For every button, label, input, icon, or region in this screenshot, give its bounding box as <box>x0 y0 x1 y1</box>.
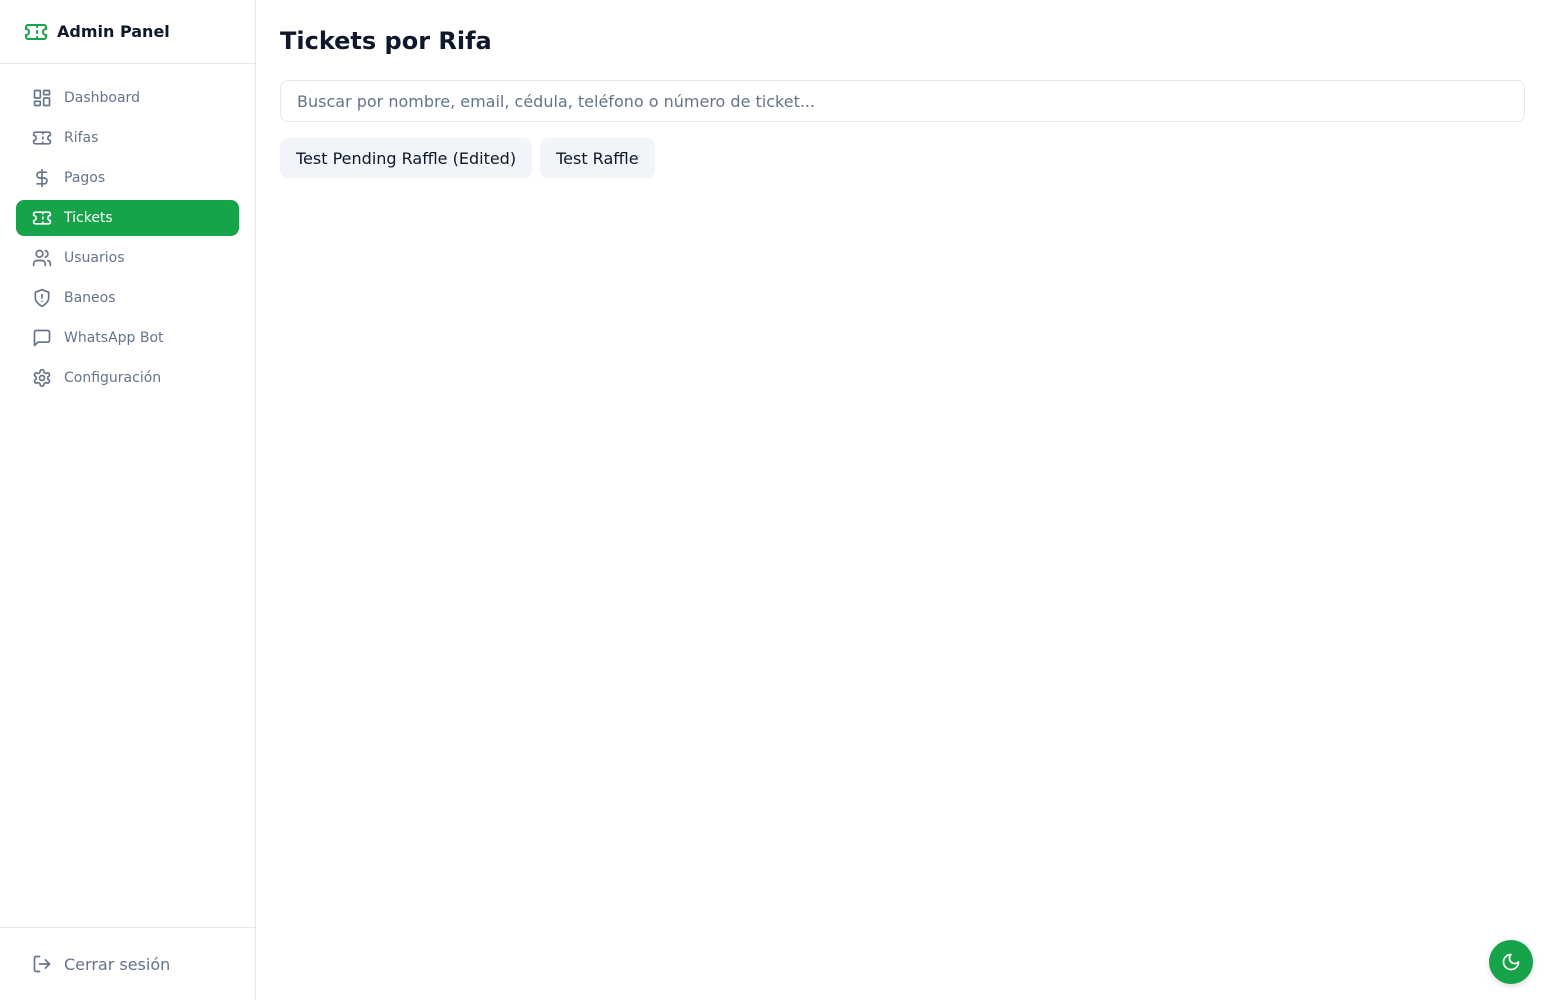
gear-icon <box>33 368 51 388</box>
search-input[interactable] <box>280 80 1525 122</box>
brand-header: Admin Panel <box>0 0 255 64</box>
sidebar-item-label: Rifas <box>64 130 99 146</box>
sidebar-item-label: Configuración <box>64 370 162 386</box>
raffle-chip-test-raffle[interactable]: Test Raffle <box>540 138 655 178</box>
shield-icon <box>34 288 50 308</box>
sidebar-nav: Dashboard Rifas Pagos Tickets Usuarios B… <box>0 64 255 927</box>
raffle-chip-test-pending-raffle[interactable]: Test Pending Raffle (Edited) <box>280 138 533 178</box>
main-content: Tickets por Rifa Test Pending Raffle (Ed… <box>256 0 1549 1000</box>
sidebar-item-baneos[interactable]: Baneos <box>16 280 239 316</box>
ticket-logo-icon <box>24 20 48 44</box>
logout-icon <box>33 955 51 973</box>
theme-toggle-button[interactable] <box>1489 940 1533 984</box>
users-icon <box>32 249 52 267</box>
sidebar-item-label: WhatsApp Bot <box>64 330 164 346</box>
sidebar-item-rifas[interactable]: Rifas <box>16 120 239 156</box>
logout-button[interactable]: Cerrar sesión <box>0 927 255 1000</box>
page-title: Tickets por Rifa <box>280 27 492 55</box>
sidebar-item-dashboard[interactable]: Dashboard <box>16 80 239 116</box>
sidebar-item-tickets[interactable]: Tickets <box>16 200 239 236</box>
sidebar-item-label: Pagos <box>64 170 106 186</box>
sidebar-item-label: Tickets <box>64 210 113 226</box>
dashboard-icon <box>33 89 51 107</box>
dollar-icon <box>36 168 48 188</box>
sidebar-item-label: Dashboard <box>64 90 140 106</box>
raffle-filter-list: Test Pending Raffle (Edited) Test Raffle <box>280 138 1525 178</box>
sidebar-item-configuracion[interactable]: Configuración <box>16 360 239 396</box>
app-root: Admin Panel Dashboard Rifas Pagos Ticket… <box>0 0 1549 1000</box>
message-icon <box>33 329 51 347</box>
sidebar-item-label: Usuarios <box>64 250 125 266</box>
sidebar-item-whatsapp-bot[interactable]: WhatsApp Bot <box>16 320 239 356</box>
ticket-icon <box>32 211 52 225</box>
sidebar: Admin Panel Dashboard Rifas Pagos Ticket… <box>0 0 256 1000</box>
logout-label: Cerrar sesión <box>64 954 171 974</box>
sidebar-item-label: Baneos <box>64 290 116 306</box>
sidebar-item-usuarios[interactable]: Usuarios <box>16 240 239 276</box>
ticket-icon <box>32 131 52 145</box>
app-title: Admin Panel <box>57 22 170 41</box>
sidebar-item-pagos[interactable]: Pagos <box>16 160 239 196</box>
moon-icon <box>1502 953 1520 971</box>
